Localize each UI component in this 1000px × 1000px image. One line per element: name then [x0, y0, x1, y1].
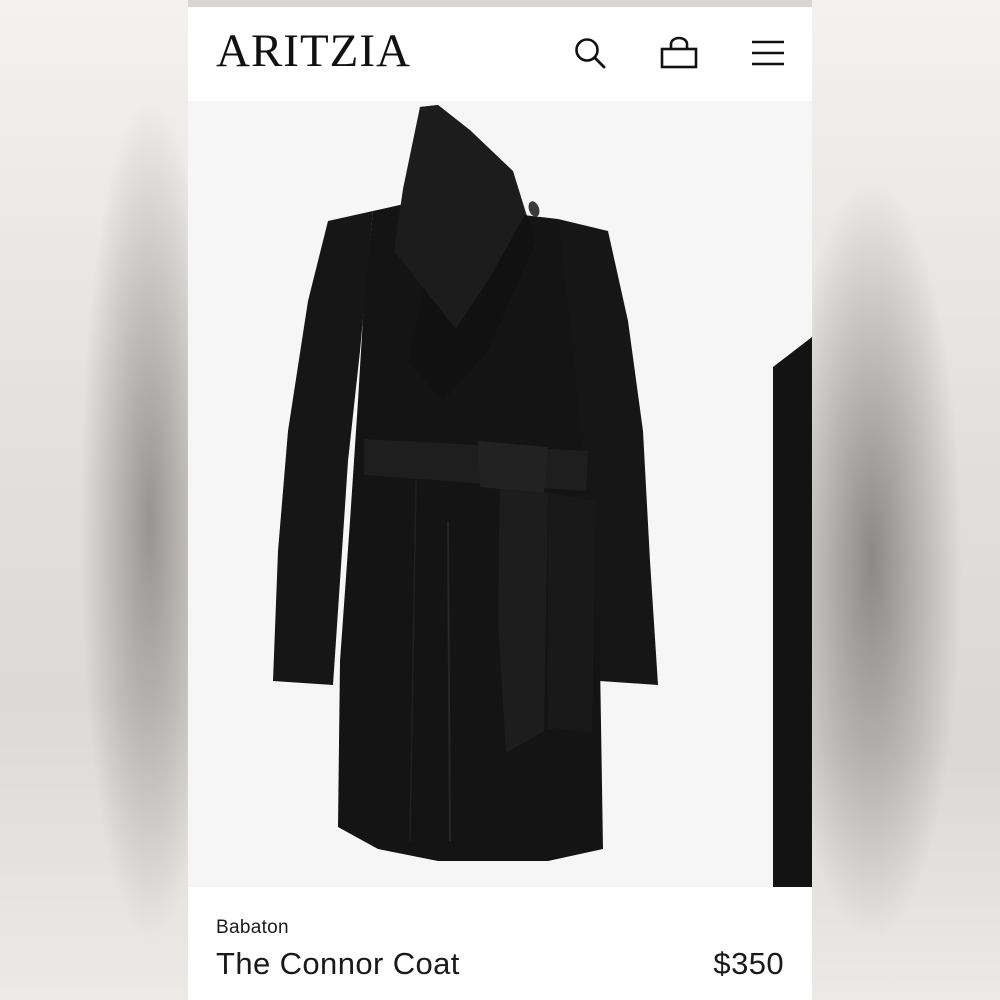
product-image[interactable]: [188, 101, 812, 887]
product-info: Babaton The Connor Coat $350: [188, 887, 812, 1000]
menu-button[interactable]: [748, 33, 788, 73]
product-name[interactable]: The Connor Coat: [216, 946, 460, 982]
site-header: ARITZIA: [188, 7, 812, 101]
brand-logo[interactable]: ARITZIA: [216, 28, 411, 75]
blurred-backdrop-right: [812, 0, 1000, 1000]
blurred-backdrop-left: [0, 0, 188, 1000]
next-product-image: [773, 337, 812, 887]
search-button[interactable]: [570, 33, 610, 73]
shopping-bag-button[interactable]: [659, 33, 699, 73]
product-page: ARITZIA Babaton The Connor Coat $350: [188, 7, 812, 1000]
shopping-bag-icon: [660, 36, 698, 69]
product-price: $350: [713, 946, 784, 981]
product-image-carousel[interactable]: [188, 101, 812, 887]
hamburger-menu-icon: [752, 40, 784, 66]
search-icon: [575, 38, 606, 69]
next-product-image-peek[interactable]: [773, 337, 812, 887]
product-brand[interactable]: Babaton: [216, 917, 289, 939]
